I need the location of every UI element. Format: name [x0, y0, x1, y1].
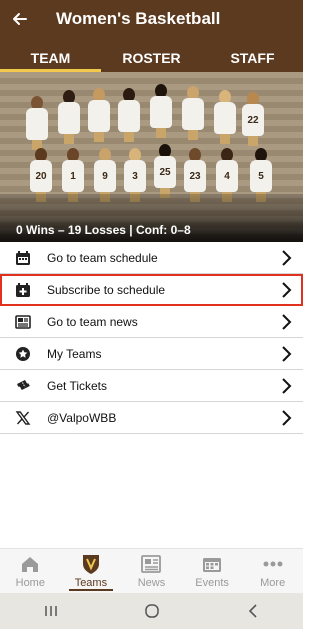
calendar-icon — [201, 553, 223, 575]
home-button[interactable] — [132, 599, 172, 623]
list-item-label: Get Tickets — [47, 378, 108, 393]
player-figure — [58, 90, 80, 144]
system-nav-bar — [0, 593, 303, 629]
home-icon — [19, 553, 41, 575]
teams-logo-icon — [80, 553, 102, 575]
news-icon — [14, 313, 32, 331]
nav-teams[interactable]: Teams — [61, 549, 122, 593]
nav-events[interactable]: Events — [182, 549, 243, 593]
player-figure — [214, 90, 236, 144]
star-badge-icon — [14, 345, 32, 363]
chevron-right-icon — [282, 282, 292, 298]
back-chevron-icon — [248, 604, 257, 618]
list-item-label: My Teams — [47, 346, 102, 361]
list-item-my-teams[interactable]: My Teams — [0, 338, 303, 370]
calendar-icon — [14, 249, 32, 267]
player-figure: 25 — [154, 144, 176, 198]
list-item-label: @ValpoWBB — [47, 410, 117, 425]
nav-label: Home — [15, 577, 45, 589]
player-figure — [88, 88, 110, 142]
home-circle-icon — [144, 604, 159, 618]
nav-news[interactable]: News — [121, 549, 182, 593]
bottom-nav: Home Teams News Events More — [0, 548, 303, 593]
back-button[interactable] — [0, 0, 40, 38]
tab-staff[interactable]: STAFF — [202, 44, 303, 72]
player-figure — [26, 96, 48, 150]
app-screen: Women's Basketball TEAM ROSTER STAFF 22 … — [0, 0, 303, 629]
player-figure — [150, 84, 172, 138]
page-title: Women's Basketball — [56, 9, 221, 28]
nav-label: More — [260, 577, 286, 589]
list-item-subscribe-schedule[interactable]: Subscribe to schedule — [0, 274, 303, 306]
tab-team[interactable]: TEAM — [0, 44, 101, 72]
chevron-right-icon — [282, 346, 292, 362]
chevron-right-icon — [282, 410, 292, 426]
system-back-button[interactable] — [233, 599, 273, 623]
recents-icon — [44, 606, 57, 616]
recents-button[interactable] — [31, 599, 71, 623]
nav-label: Events — [195, 577, 229, 589]
ticket-icon — [14, 377, 32, 395]
team-actions-list: Go to team schedule Subscribe to schedul… — [0, 242, 303, 434]
nav-label: News — [137, 577, 166, 589]
top-bar: Women's Basketball — [0, 0, 303, 38]
more-dots-icon — [262, 553, 284, 575]
nav-home[interactable]: Home — [0, 549, 61, 593]
calendar-add-icon — [14, 281, 32, 299]
player-figure — [118, 88, 140, 142]
x-logo-icon — [14, 409, 32, 427]
player-figure — [182, 86, 204, 140]
app-header: Women's Basketball TEAM ROSTER STAFF — [0, 0, 303, 72]
chevron-right-icon — [282, 378, 292, 394]
list-item-team-schedule[interactable]: Go to team schedule — [0, 242, 303, 274]
team-record: 0 Wins – 19 Losses | Conf: 0–8 — [0, 218, 303, 242]
back-arrow-icon — [13, 13, 27, 25]
list-item-get-tickets[interactable]: Get Tickets — [0, 370, 303, 402]
nav-more[interactable]: More — [242, 549, 303, 593]
team-photo: 22 20 1 9 3 25 23 4 5 0 Wins – 19 Losses… — [0, 72, 303, 242]
news-icon — [140, 553, 162, 575]
list-item-label: Subscribe to schedule — [47, 282, 166, 297]
list-item-label: Go to team news — [47, 314, 138, 329]
nav-label: Teams — [74, 577, 108, 589]
list-item-twitter[interactable]: @ValpoWBB — [0, 402, 303, 434]
list-item-label: Go to team schedule — [47, 250, 158, 265]
player-figure: 22 — [242, 92, 264, 146]
chevron-right-icon — [282, 314, 292, 330]
tab-roster[interactable]: ROSTER — [101, 44, 202, 72]
list-item-team-news[interactable]: Go to team news — [0, 306, 303, 338]
tab-bar: TEAM ROSTER STAFF — [0, 44, 303, 72]
chevron-right-icon — [282, 250, 292, 266]
